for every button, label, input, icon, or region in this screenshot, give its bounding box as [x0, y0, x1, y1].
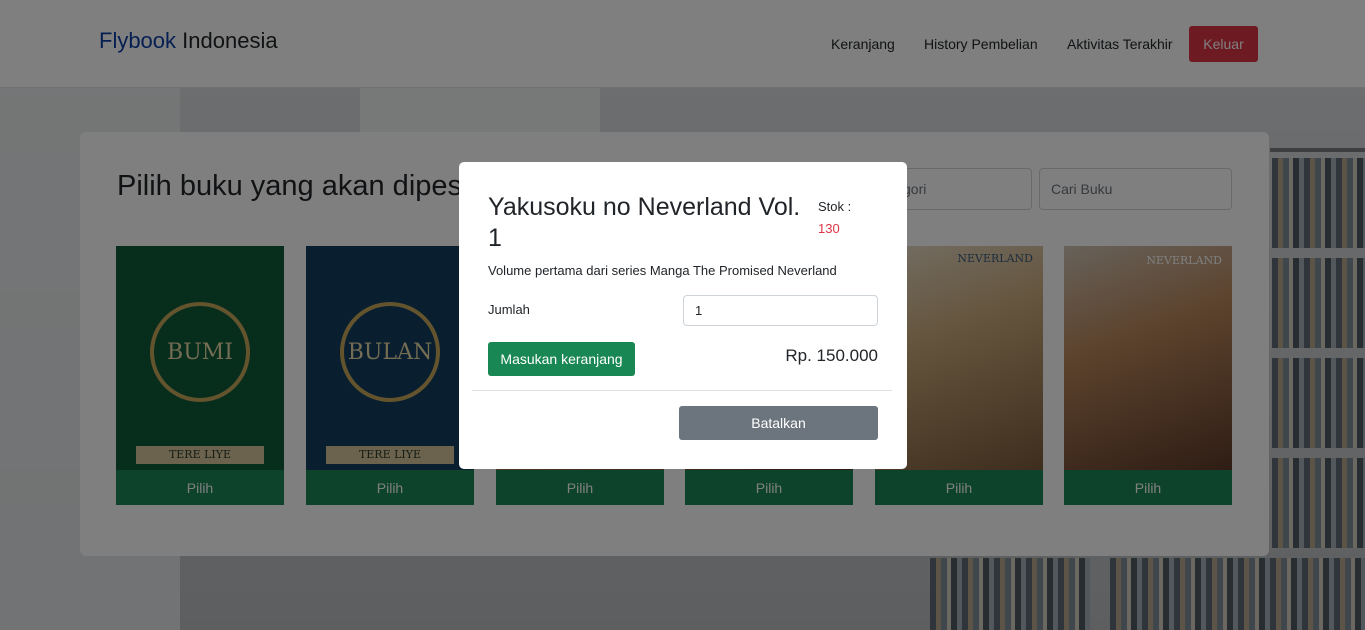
book-description: Volume pertama dari series Manga The Pro… [488, 263, 837, 278]
modal-title: Yakusoku no Neverland Vol. 1 [488, 193, 801, 252]
modal-divider [472, 390, 892, 391]
stock-label: Stok : [818, 199, 852, 214]
cancel-button[interactable]: Batalkan [679, 406, 878, 440]
add-to-cart-button[interactable]: Masukan keranjang [488, 342, 635, 376]
quantity-label: Jumlah [488, 302, 530, 317]
quantity-input[interactable]: 1 [683, 295, 878, 326]
price: Rp. 150.000 [785, 346, 878, 365]
stock-value: 130 [818, 221, 840, 236]
